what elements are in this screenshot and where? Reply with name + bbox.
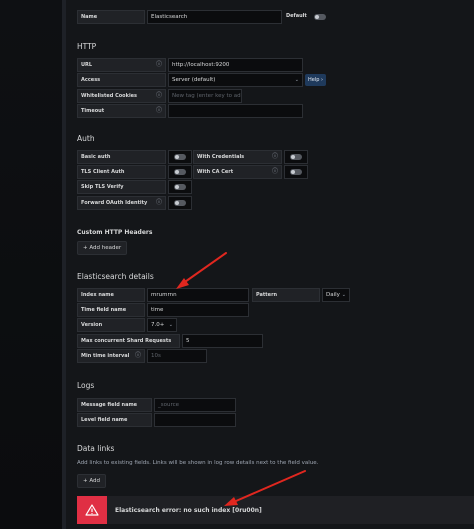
arrow-to-error-message: [224, 470, 306, 506]
annotation-arrows: [176, 252, 306, 506]
arrow-to-index-name: [176, 252, 227, 289]
